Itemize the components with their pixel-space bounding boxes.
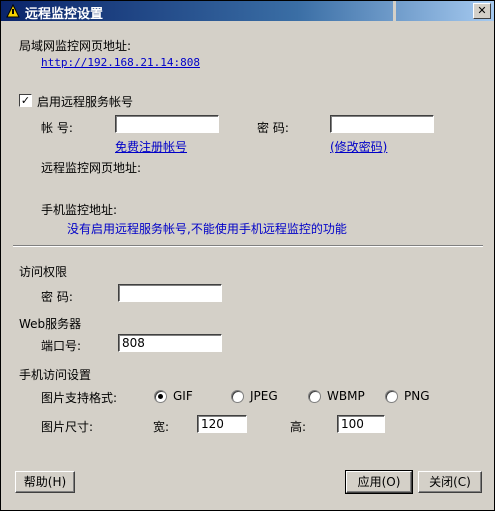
- account-input[interactable]: [115, 115, 219, 133]
- remote-web-address-label: 远程监控网页地址:: [41, 161, 142, 175]
- height-label: 高:: [290, 420, 307, 434]
- format-jpeg-label[interactable]: JPEG: [250, 389, 278, 403]
- format-jpeg-radio[interactable]: [231, 390, 244, 403]
- image-format-label: 图片支持格式:: [41, 391, 118, 405]
- account-label: 帐 号:: [41, 121, 73, 135]
- settings-dialog: 远程监控设置 ✕ 局域网监控网页地址: http://192.168.21.14…: [0, 0, 495, 511]
- port-input[interactable]: [118, 334, 222, 352]
- apply-button[interactable]: 应用(O): [345, 470, 413, 494]
- window-close-button[interactable]: ✕: [473, 3, 491, 19]
- port-label: 端口号:: [41, 339, 82, 353]
- help-button[interactable]: 帮助(H): [15, 471, 75, 493]
- format-wbmp-radio[interactable]: [308, 390, 321, 403]
- image-width-input[interactable]: [197, 415, 247, 433]
- change-password-link[interactable]: (修改密码): [330, 138, 387, 155]
- remote-password-label: 密 码:: [257, 121, 289, 135]
- access-password-label: 密 码:: [41, 290, 73, 304]
- format-png-radio[interactable]: [385, 390, 398, 403]
- app-icon: [6, 3, 20, 18]
- register-account-link[interactable]: 免费注册帐号: [115, 138, 187, 155]
- access-password-input[interactable]: [118, 284, 222, 302]
- width-label: 宽:: [153, 420, 170, 434]
- title-bar[interactable]: 远程监控设置 ✕: [1, 1, 494, 22]
- format-png-label[interactable]: PNG: [404, 389, 430, 403]
- close-button[interactable]: 关闭(C): [418, 471, 482, 493]
- title-bar-divider: [393, 1, 396, 21]
- image-height-input[interactable]: [337, 415, 385, 433]
- mobile-address-label: 手机监控地址:: [41, 203, 118, 217]
- enable-remote-checkbox[interactable]: ✓: [19, 94, 32, 107]
- remote-password-input[interactable]: [330, 115, 434, 133]
- format-gif-radio[interactable]: [154, 390, 167, 403]
- lan-address-link[interactable]: http://192.168.21.14:808: [41, 56, 200, 69]
- remote-disabled-notice: 没有启用远程服务帐号,不能使用手机远程监控的功能: [67, 222, 347, 236]
- format-wbmp-label[interactable]: WBMP: [327, 389, 365, 403]
- web-server-section-title: Web服务器: [19, 317, 82, 331]
- mobile-section-title: 手机访问设置: [19, 368, 92, 382]
- image-size-label: 图片尺寸:: [41, 420, 94, 434]
- enable-remote-label[interactable]: 启用远程服务帐号: [37, 93, 133, 110]
- format-gif-label[interactable]: GIF: [173, 389, 193, 403]
- window-title: 远程监控设置: [25, 7, 104, 22]
- access-section-title: 访问权限: [19, 265, 68, 279]
- section-separator: [13, 245, 483, 247]
- lan-address-label: 局域网监控网页地址:: [19, 39, 132, 53]
